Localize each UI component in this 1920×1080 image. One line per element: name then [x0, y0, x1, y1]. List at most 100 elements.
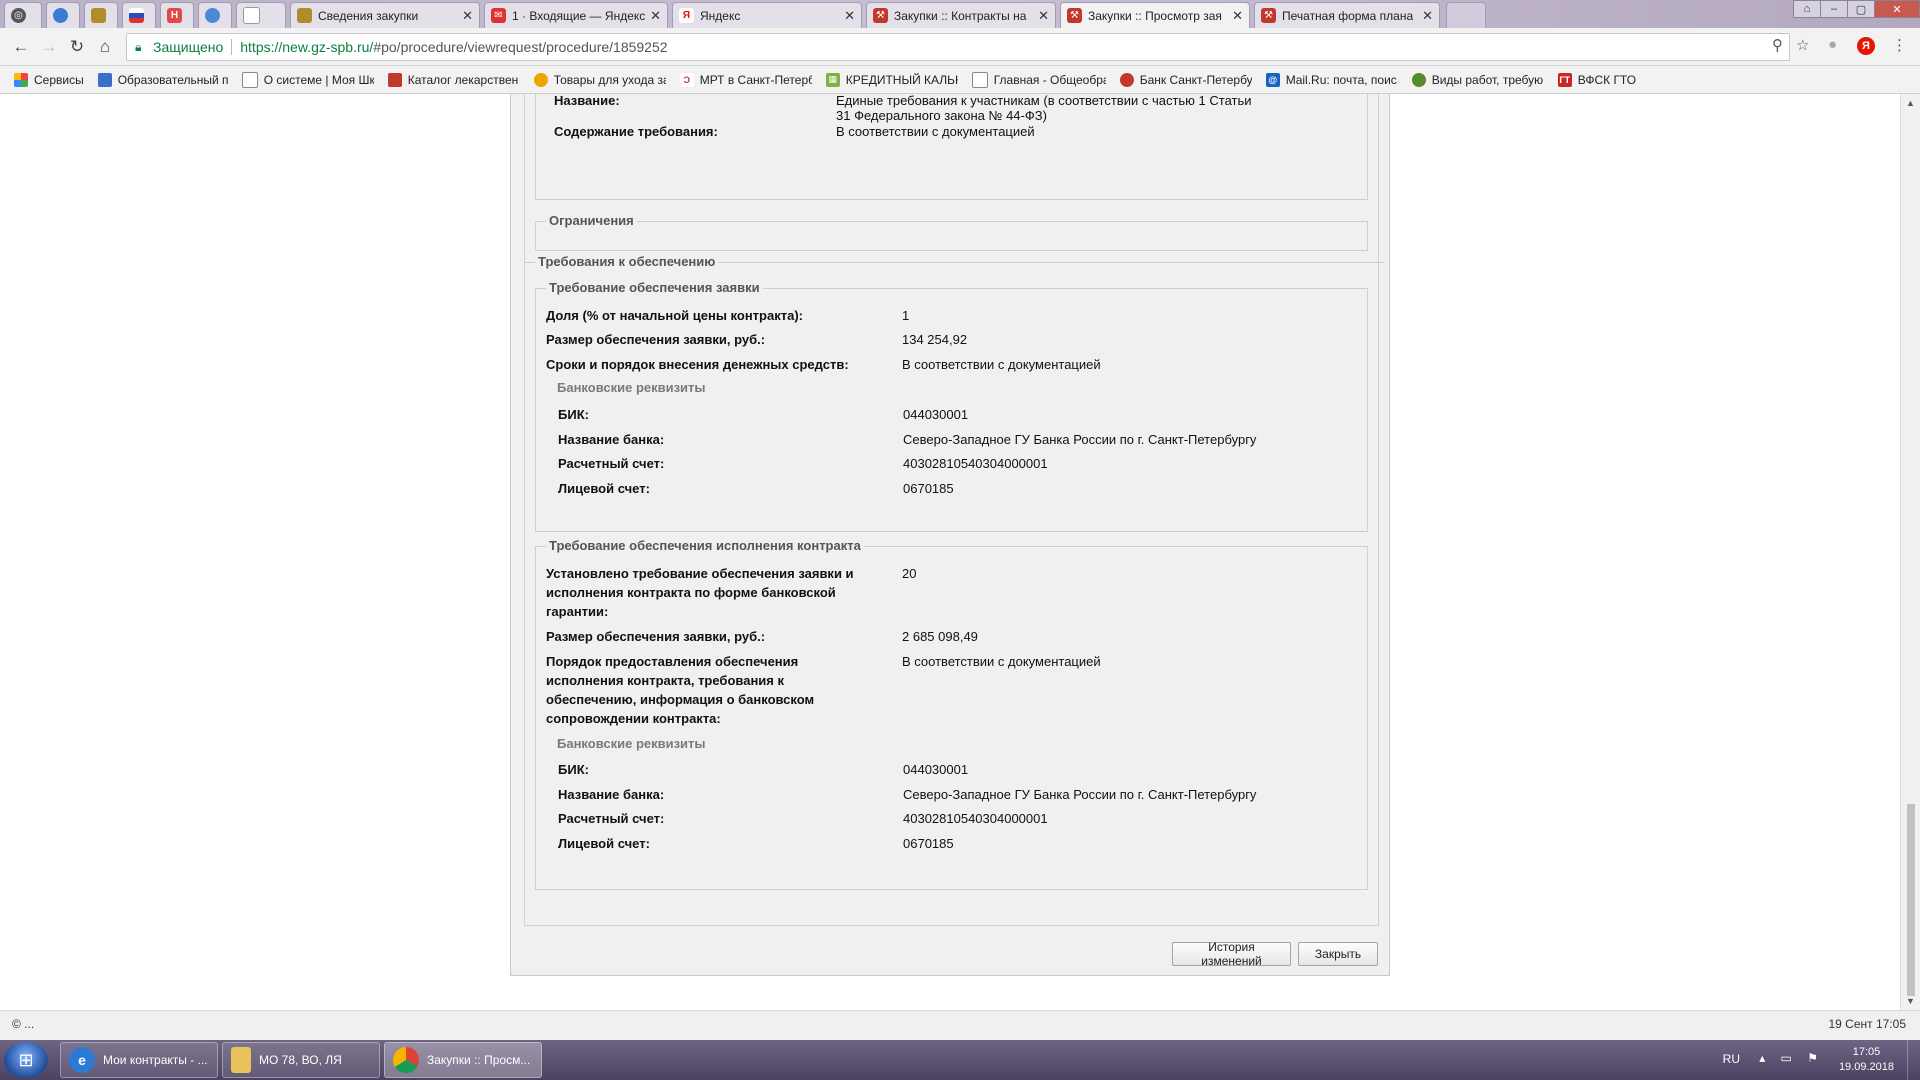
- window-controls: ⌂ – ▢ ✕: [1793, 0, 1920, 20]
- forward-icon[interactable]: →: [38, 36, 60, 58]
- name-label: Название:: [554, 94, 620, 108]
- bookmarks-bar: Сервисы Образовательный п О системе | Мо…: [0, 66, 1920, 94]
- scroll-down-icon[interactable]: ▼: [1906, 996, 1915, 1006]
- hammer-icon: ⚒: [1067, 8, 1082, 23]
- gto-icon: ГТ: [1557, 72, 1572, 87]
- yandex-icon: Я: [679, 8, 694, 23]
- taskbar-item-folder[interactable]: МО 78, ВО, ЛЯ: [222, 1042, 380, 1078]
- secure-label: Защищено: [153, 39, 224, 55]
- hammer-icon: ⚒: [873, 8, 888, 23]
- contract-personal-account-label: Лицевой счет:: [558, 836, 650, 851]
- zoom-icon[interactable]: ⚲: [1772, 36, 1783, 54]
- tab-contracts[interactable]: ⚒ Закупки :: Контракты на ✕: [866, 2, 1056, 28]
- bank-icon: [1119, 72, 1134, 87]
- lock-icon: 🔒︎: [135, 40, 142, 54]
- bookmark-work-types[interactable]: Виды работ, требую: [1411, 72, 1544, 87]
- participant-requirements-box: Название: Единые требования к участникам…: [535, 94, 1368, 200]
- scroll-thumb[interactable]: [1907, 804, 1915, 996]
- close-icon[interactable]: ✕: [1422, 8, 1433, 24]
- yandex-extension-icon[interactable]: Я: [1857, 37, 1875, 55]
- back-icon[interactable]: ←: [10, 36, 32, 58]
- bookmark-school-main[interactable]: Главная - Общеобра: [971, 71, 1106, 88]
- order-value: В соответствии с документацией: [902, 654, 1101, 669]
- contract-bank-name-value: Северо-Западное ГУ Банка России по г. Са…: [903, 787, 1257, 802]
- extension-icon[interactable]: ●: [1828, 36, 1837, 53]
- close-icon[interactable]: ✕: [844, 8, 855, 24]
- change-history-button[interactable]: История изменений: [1172, 940, 1291, 968]
- bid-share-label: Доля (% от начальной цены контракта):: [546, 308, 803, 323]
- tab-pinned-5[interactable]: Н: [160, 2, 194, 28]
- page-viewport: Название: Единые требования к участникам…: [0, 94, 1900, 1010]
- bookmark-education[interactable]: Образовательный п: [97, 72, 228, 87]
- tray-icons[interactable]: ▴ ▭ ⚑: [1759, 1051, 1824, 1065]
- tab-yandex[interactable]: Я Яндекс ✕: [672, 2, 862, 28]
- folder-icon: [231, 1047, 251, 1073]
- bookmark-my-school[interactable]: О системе | Моя Шк: [241, 71, 374, 88]
- contract-account-label: Расчетный счет:: [558, 811, 665, 826]
- tab-pinned-2[interactable]: [46, 2, 80, 28]
- chrome-icon: ◎: [11, 8, 26, 23]
- close-icon[interactable]: ✕: [1232, 8, 1243, 24]
- bid-bik-value: 044030001: [903, 407, 969, 422]
- tab-procurement-info[interactable]: Сведения закупки ✕: [290, 2, 480, 28]
- security-requirements-section: Требования к обеспечению Требование обес…: [524, 254, 1384, 926]
- apps-grid-icon: [14, 72, 28, 87]
- close-icon[interactable]: ✕: [1038, 8, 1049, 24]
- close-icon[interactable]: ✕: [650, 8, 661, 24]
- scroll-up-icon[interactable]: ▲: [1906, 98, 1915, 108]
- tab-view-request[interactable]: ⚒ Закупки :: Просмотр зая ✕: [1060, 2, 1250, 28]
- security-requirements-legend: Требования к обеспечению: [535, 254, 719, 269]
- taskbar-item-ie[interactable]: e Мои контракты - ...: [60, 1042, 218, 1078]
- browser-toolbar: ← → ↻ ⌂ 🔒︎ Защищено https://new.gz-spb.r…: [0, 28, 1920, 66]
- taskbar-item-chrome[interactable]: Закупки :: Просм...: [384, 1042, 542, 1078]
- language-indicator[interactable]: RU: [1723, 1052, 1740, 1066]
- contract-bik-value: 044030001: [903, 762, 969, 777]
- order-label-line1: Порядок предоставления обеспечения: [546, 654, 799, 669]
- page-scrollbar[interactable]: ▲ ▼: [1900, 94, 1920, 1010]
- bid-terms-label: Сроки и порядок внесения денежных средст…: [546, 357, 849, 372]
- star-icon[interactable]: ☆: [1796, 36, 1809, 54]
- user-icon[interactable]: ⌂: [1793, 0, 1821, 18]
- window-close-icon[interactable]: ✕: [1874, 0, 1920, 18]
- close-button[interactable]: Закрыть: [1298, 942, 1378, 966]
- contract-bik-label: БИК:: [558, 762, 589, 777]
- address-bar[interactable]: 🔒︎ Защищено https://new.gz-spb.ru/#po/pr…: [126, 33, 1790, 61]
- bid-amount-value: 134 254,92: [902, 332, 968, 347]
- menu-icon[interactable]: ⋮: [1892, 36, 1907, 54]
- tab-print-form[interactable]: ⚒ Печатная форма плана ✕: [1254, 2, 1440, 28]
- start-button[interactable]: ⊞: [4, 1042, 48, 1078]
- tray-clock[interactable]: 17:05 19.09.2018: [1839, 1045, 1894, 1075]
- bookmark-services[interactable]: Сервисы: [14, 72, 84, 87]
- tab-pinned-3[interactable]: [84, 2, 118, 28]
- bookmark-credit-calc[interactable]: ▦ КРЕДИТНЫЙ КАЛЬК: [825, 72, 958, 87]
- minimize-icon[interactable]: –: [1820, 0, 1848, 18]
- tab-pinned-6[interactable]: [198, 2, 232, 28]
- tab-pinned-7[interactable]: [236, 2, 286, 28]
- maximize-icon[interactable]: ▢: [1847, 0, 1875, 18]
- url-text[interactable]: https://new.gz-spb.ru/#po/procedure/view…: [240, 39, 667, 55]
- close-icon[interactable]: ✕: [462, 8, 473, 24]
- tab-yandex-mail[interactable]: ✉ 1 · Входящие — Яндекс. ✕: [484, 2, 668, 28]
- bookmark-care-goods[interactable]: Товары для ухода за: [533, 72, 666, 87]
- show-desktop-button[interactable]: [1907, 1040, 1920, 1080]
- bookmark-mailru[interactable]: @ Mail.Ru: почта, поис: [1265, 72, 1398, 87]
- reload-icon[interactable]: ↻: [66, 36, 88, 58]
- section-container: Название: Единые требования к участникам…: [524, 94, 1384, 926]
- contract-bank-name-label: Название банка:: [558, 787, 665, 802]
- bid-bank-name-label: Название банка:: [558, 432, 665, 447]
- home-icon[interactable]: ⌂: [94, 36, 116, 58]
- tab-pinned-4[interactable]: [122, 2, 156, 28]
- guarantee-label-line3: гарантии:: [546, 604, 609, 619]
- contract-amount-value: 2 685 098,49: [902, 629, 978, 644]
- bookmark-bank-spb[interactable]: Банк Санкт-Петербу: [1119, 72, 1252, 87]
- bookmark-mri[interactable]: Ͻ МРТ в Санкт-Петерб: [679, 72, 812, 87]
- tab-pinned-1[interactable]: ◎: [4, 2, 42, 28]
- bid-bik-label: БИК:: [558, 407, 589, 422]
- guarantee-value: 20: [902, 566, 917, 581]
- bookmark-gto[interactable]: ГТ ВФСК ГТО: [1557, 72, 1636, 87]
- new-tab-button[interactable]: [1446, 2, 1486, 28]
- system-tray: RU ▴ ▭ ⚑ 17:05 19.09.2018: [1680, 1040, 1920, 1080]
- flag-icon: [129, 8, 144, 23]
- bookmark-drugs-catalog[interactable]: Каталог лекарствен: [387, 72, 520, 87]
- bid-account-value: 40302810540304000001: [903, 456, 1048, 471]
